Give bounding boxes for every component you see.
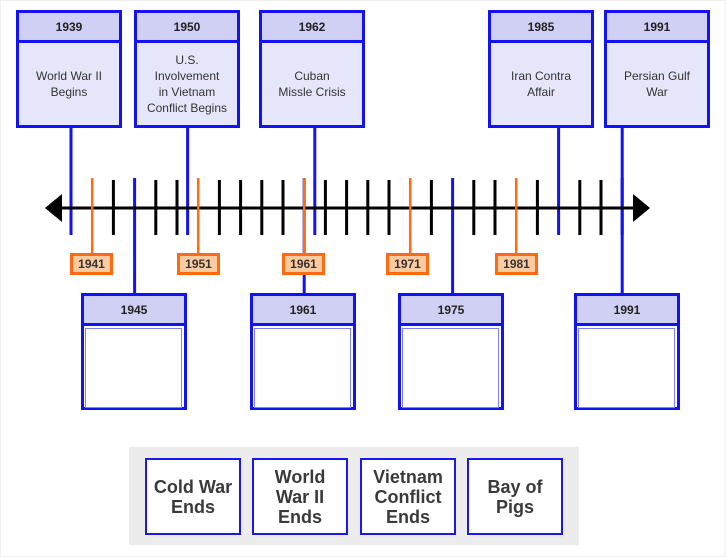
answer-card-vietnam-ends[interactable]: Vietnam Conflict Ends (360, 458, 456, 535)
drop-target[interactable] (402, 328, 499, 408)
timeline-ticks (90, 178, 603, 255)
event-year: 1962 (262, 13, 362, 43)
event-box-1962: 1962 Cuban Missle Crisis (259, 10, 365, 128)
left-arrow-icon (45, 194, 62, 222)
event-year: 1991 (607, 13, 707, 43)
event-label: Persian Gulf War (623, 69, 691, 99)
event-box-1991-top: 1991 Persian Gulf War (604, 10, 710, 128)
event-year: 1950 (137, 13, 237, 43)
drop-box-1991[interactable]: 1991 (574, 293, 680, 410)
event-label: Iran Contra Affair (510, 69, 572, 99)
decade-marker-1941: 1941 (70, 253, 113, 275)
decade-marker-1981: 1981 (495, 253, 538, 275)
event-label: World War II Begins (35, 69, 102, 99)
drop-target[interactable] (254, 328, 351, 408)
drop-box-1961[interactable]: 1961 (250, 293, 356, 410)
event-box-1950: 1950 U.S. Involvement in Vietnam Conflic… (134, 10, 240, 128)
event-box-1939: 1939 World War II Begins (16, 10, 122, 128)
event-year: 1975 (401, 296, 501, 326)
drop-box-1975[interactable]: 1975 (398, 293, 504, 410)
drop-target[interactable] (85, 328, 182, 408)
answer-card-tray: Cold War Ends World War II Ends Vietnam … (129, 447, 579, 545)
drop-target[interactable] (578, 328, 675, 408)
answer-card-wwii-ends[interactable]: World War II Ends (252, 458, 348, 535)
decade-marker-1951: 1951 (177, 253, 220, 275)
right-arrow-icon (633, 194, 650, 222)
event-year: 1961 (253, 296, 353, 326)
event-year: 1991 (577, 296, 677, 326)
answer-card-bay-of-pigs[interactable]: Bay of Pigs (467, 458, 563, 535)
event-label: Cuban Missle Crisis (278, 69, 346, 99)
decade-marker-1971: 1971 (386, 253, 429, 275)
decade-marker-1961: 1961 (282, 253, 325, 275)
drop-box-1945[interactable]: 1945 (81, 293, 187, 410)
event-label: U.S. Involvement in Vietnam Conflict Beg… (146, 53, 228, 115)
event-box-1985: 1985 Iran Contra Affair (488, 10, 594, 128)
event-year: 1945 (84, 296, 184, 326)
event-year: 1939 (19, 13, 119, 43)
event-year: 1985 (491, 13, 591, 43)
answer-card-cold-war-ends[interactable]: Cold War Ends (145, 458, 241, 535)
